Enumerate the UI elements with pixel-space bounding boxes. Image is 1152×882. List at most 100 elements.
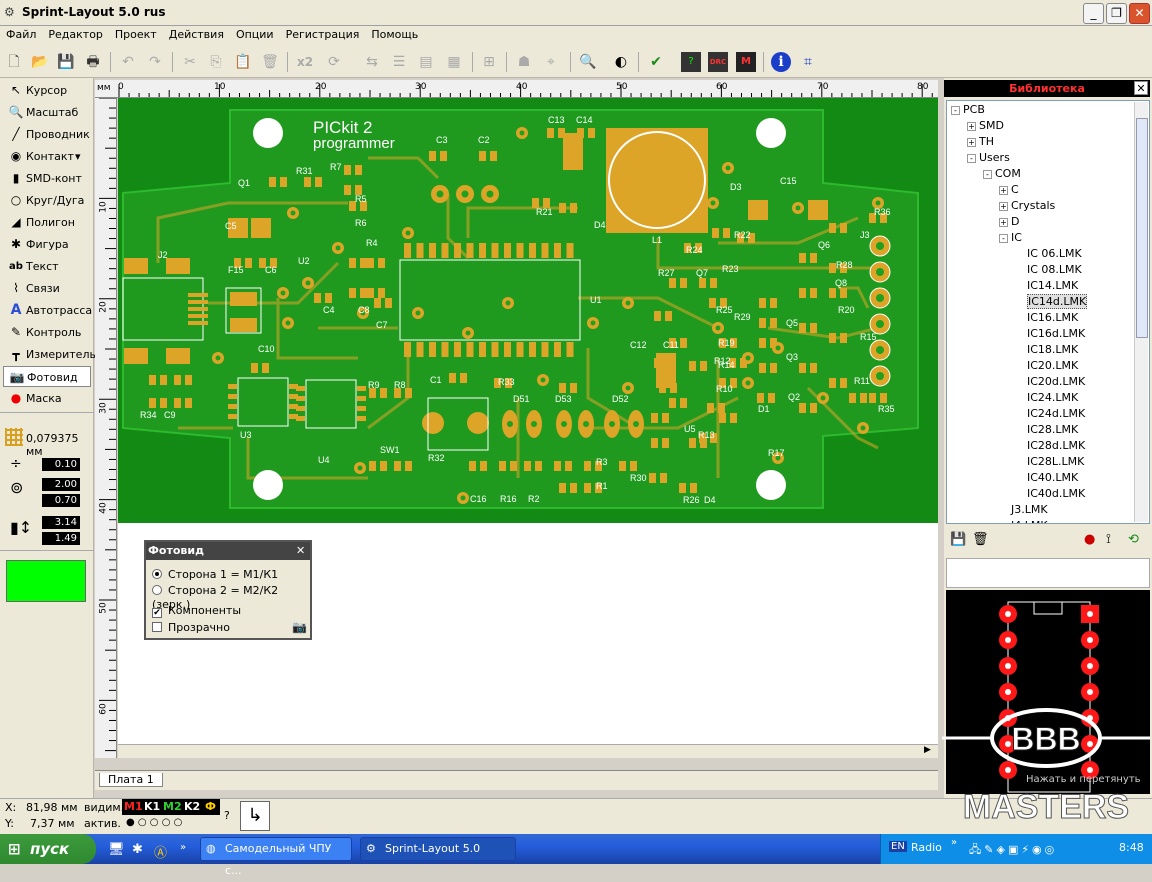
library-tree-node[interactable]: IC14d.LMK <box>1015 294 1088 309</box>
drc-icon[interactable]: DRC <box>708 52 728 72</box>
x2-icon[interactable]: x2 <box>295 52 315 72</box>
tool-track[interactable]: ╱ Проводник <box>3 124 91 145</box>
layer-k1-toggle[interactable]: K1 <box>144 800 160 813</box>
layer-color-swatch[interactable] <box>6 560 86 602</box>
quicklaunch-icon[interactable]: ✱ <box>132 842 143 857</box>
tab-board-1[interactable]: Плата 1 <box>99 773 163 787</box>
library-tree-node[interactable]: IC40.LMK <box>1015 471 1078 484</box>
minimize-button[interactable]: _ <box>1083 3 1104 24</box>
library-tree-node[interactable]: IC20d.LMK <box>1015 375 1085 388</box>
menu-registration[interactable]: Регистрация <box>280 26 366 41</box>
camera-icon[interactable]: 📷 <box>292 620 307 634</box>
layer-f-toggle[interactable]: Ф <box>205 800 216 813</box>
desktop-icon[interactable]: 🖥 <box>108 842 125 857</box>
pad-outer-field[interactable]: 2.00 <box>42 478 80 491</box>
library-tree-node[interactable]: - Users <box>967 151 1010 164</box>
expand-icon[interactable]: + <box>999 201 1008 211</box>
cut-icon[interactable]: ✂ <box>180 52 200 72</box>
expand-icon[interactable]: + <box>999 217 1008 227</box>
pcb-board[interactable]: C3 C2 C13 C14 Q1 R31 R7 R5 R6 C5 J2 F15 C6 U2 R4 C4 C8 C7… <box>118 98 938 523</box>
collapse-icon[interactable]: - <box>951 105 960 115</box>
library-tree-node[interactable]: + C <box>999 183 1019 196</box>
open-folder-icon[interactable]: 📂 <box>30 52 50 72</box>
components-checkbox[interactable]: ✔ Компоненты <box>152 604 241 618</box>
library-tree-node[interactable]: - PCB <box>951 103 985 116</box>
tool-measure[interactable]: ┳ Измеритель <box>3 344 96 365</box>
scroll-right-icon[interactable]: ▶ <box>924 745 931 755</box>
library-tree-node[interactable]: IC16.LMK <box>1015 311 1078 324</box>
library-tree[interactable]: - PCB + SMD + TH - Users - COM + C + Crystals + D - IC IC … <box>946 100 1150 524</box>
library-tree-node[interactable]: + SMD <box>967 119 1004 132</box>
library-tree-node[interactable]: + D <box>999 215 1019 228</box>
tool-zoom[interactable]: 🔍 Масштаб <box>3 102 91 123</box>
tool-cursor[interactable]: ↖ Курсор <box>3 80 91 101</box>
save-icon[interactable]: 💾 <box>56 52 76 72</box>
tray-icons[interactable]: 🖧✎◈▣⚡◉◎ <box>969 841 1057 860</box>
delete-icon[interactable]: 🗑 <box>260 52 280 72</box>
library-tree-node[interactable]: IC24d.LMK <box>1015 407 1085 420</box>
tool-pad[interactable]: ◉ Контакт ▾ <box>3 146 91 167</box>
library-tree-node[interactable]: J3.LMK <box>999 503 1048 516</box>
mirror-icon[interactable]: ⟟ <box>1106 532 1111 547</box>
rotate-icon[interactable]: ⟳ <box>324 52 344 72</box>
smd-height-field[interactable]: 1.49 <box>42 532 80 545</box>
record-icon[interactable]: ● <box>1084 532 1095 547</box>
contrast-icon[interactable]: ◐ <box>611 52 631 72</box>
info-icon[interactable]: i <box>771 52 791 72</box>
delete-icon[interactable]: 🗑 <box>972 532 989 547</box>
tool-text[interactable]: ab Текст <box>3 256 91 277</box>
library-tree-node[interactable]: - COM <box>983 167 1021 180</box>
task-browser[interactable]: ◍ Самодельный ЧПУ с... <box>200 837 352 877</box>
quicklaunch-more-icon[interactable]: » <box>180 842 186 853</box>
language-indicator[interactable]: EN <box>889 841 907 852</box>
zoom-icon[interactable]: 🔍 <box>578 52 598 72</box>
library-scrollbar[interactable] <box>1134 102 1148 522</box>
test-icon[interactable]: ? <box>681 52 701 72</box>
measure-icon[interactable]: ⊞ <box>479 52 499 72</box>
tool-connections[interactable]: ⌇ Связи <box>3 278 91 299</box>
paste-icon[interactable]: 📋 <box>233 52 253 72</box>
new-file-icon[interactable]: 🗋 <box>4 52 24 72</box>
quicklaunch-a-icon[interactable]: Ⓐ <box>154 842 167 861</box>
start-button[interactable]: ⊞ пуск <box>0 834 96 864</box>
menu-actions[interactable]: Действия <box>163 26 230 41</box>
library-tree-node[interactable]: + Crystals <box>999 199 1055 212</box>
library-tree-node[interactable]: IC40d.LMK <box>1015 487 1085 500</box>
redo-icon[interactable]: ↷ <box>145 52 165 72</box>
tool-autoroute[interactable]: A Автотрасса <box>3 300 93 321</box>
rotate-icon[interactable]: ⟲ <box>1128 532 1139 547</box>
side1-radio[interactable]: Сторона 1 = М1/К1 <box>152 568 278 582</box>
mirror-icon[interactable]: ⇆ <box>362 52 382 72</box>
menu-project[interactable]: Проект <box>109 26 163 41</box>
chevron-down-icon[interactable]: ▾ <box>75 146 81 167</box>
save-icon[interactable]: 💾 <box>950 532 966 547</box>
layer-m1-toggle[interactable]: M1 <box>124 800 143 813</box>
connect-icon[interactable]: ⌗ <box>798 52 818 72</box>
collapse-icon[interactable]: - <box>999 233 1008 243</box>
library-tree-node[interactable]: + TH <box>967 135 994 148</box>
help-icon[interactable]: ? <box>224 809 230 822</box>
undo-icon[interactable]: ↶ <box>118 52 138 72</box>
copy-icon[interactable]: ⎘ <box>206 52 226 72</box>
print-icon[interactable]: 🖶 <box>83 52 103 72</box>
macro-icon[interactable]: M <box>736 52 756 72</box>
library-tree-node[interactable]: IC 06.LMK <box>1015 247 1082 260</box>
horizontal-scrollbar[interactable]: ▶ <box>118 744 938 758</box>
library-tree-node[interactable]: IC28.LMK <box>1015 423 1078 436</box>
tool-photoview[interactable]: 📷 Фотовид <box>3 366 91 387</box>
maximize-button[interactable]: ❐ <box>1106 3 1127 24</box>
group-icon[interactable]: ▤ <box>416 52 436 72</box>
library-tree-node[interactable]: IC28L.LMK <box>1015 455 1084 468</box>
mask-icon[interactable]: ☗ <box>514 52 534 72</box>
route-mode-icon[interactable]: ↳ <box>240 801 270 831</box>
pcb-canvas[interactable]: C3 C2 C13 C14 Q1 R31 R7 R5 R6 C5 J2 F15 C6 U2 R4 C4 C8 C7… <box>118 98 938 758</box>
expand-icon[interactable]: + <box>999 185 1008 195</box>
library-tree-node[interactable]: IC14.LMK <box>1015 279 1078 292</box>
library-tree-node[interactable]: IC 08.LMK <box>1015 263 1082 276</box>
grid-value[interactable]: 0,079375 мм <box>26 432 93 458</box>
close-icon[interactable]: ✕ <box>1134 81 1148 95</box>
pad-inner-field[interactable]: 0.70 <box>42 494 80 507</box>
app-icon[interactable]: ⚙ <box>4 5 18 19</box>
ungroup-icon[interactable]: ▦ <box>444 52 464 72</box>
library-tree-node[interactable]: IC24.LMK <box>1015 391 1078 404</box>
